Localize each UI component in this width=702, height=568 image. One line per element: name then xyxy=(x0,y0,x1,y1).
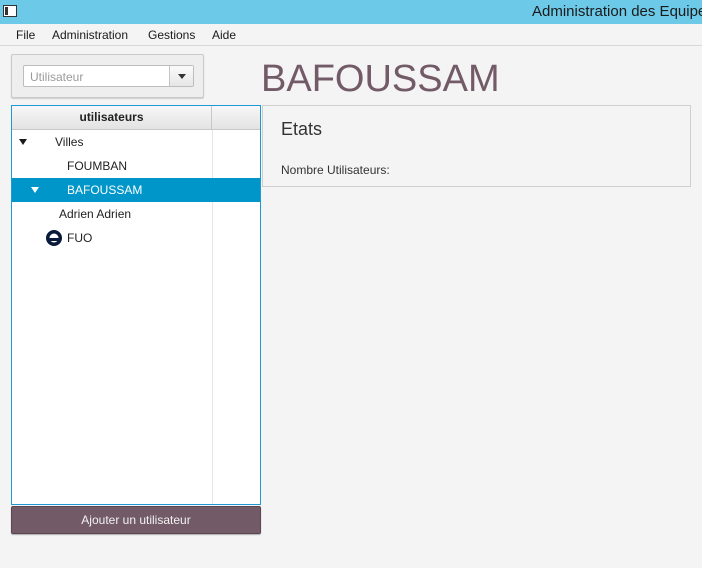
user-select[interactable]: Utilisateur xyxy=(23,65,194,87)
app-window-icon[interactable] xyxy=(3,5,17,17)
user-select-container: Utilisateur xyxy=(11,54,204,98)
menu-aide[interactable]: Aide xyxy=(212,28,236,42)
tree-row-label: BAFOUSSAM xyxy=(67,183,143,197)
page-title: BAFOUSSAM xyxy=(261,58,500,100)
column-header-utilisateurs[interactable]: utilisateurs xyxy=(12,106,212,129)
tree-header: utilisateurs xyxy=(12,106,260,130)
tree-row-fuo[interactable]: FUO xyxy=(12,226,260,250)
expand-arrow-icon[interactable] xyxy=(19,139,27,145)
tree-row-foumban[interactable]: FOUMBAN xyxy=(12,154,260,178)
user-select-placeholder: Utilisateur xyxy=(30,70,84,84)
menu-administration[interactable]: Administration xyxy=(52,28,128,42)
user-count-label: Nombre Utilisateurs: xyxy=(281,163,390,177)
tree-row-adrien[interactable]: Adrien Adrien xyxy=(12,202,260,226)
add-user-button[interactable]: Ajouter un utilisateur xyxy=(11,506,261,534)
tree-row-label: Adrien Adrien xyxy=(59,207,132,221)
stats-title: Etats xyxy=(281,119,323,139)
menu-gestions[interactable]: Gestions xyxy=(148,28,195,42)
tree-row-label: FOUMBAN xyxy=(67,159,127,173)
expand-arrow-icon[interactable] xyxy=(31,187,39,193)
tree-row-bafoussam[interactable]: BAFOUSSAM xyxy=(12,178,260,202)
tree-row-villes[interactable]: Villes xyxy=(12,130,260,154)
window-titlebar: Administration des Equipe xyxy=(0,0,702,24)
menu-bar: File Administration Gestions Aide xyxy=(0,24,702,46)
user-tree-table[interactable]: utilisateurs Villes FOUMBAN BAFOUSSAM Ad… xyxy=(11,105,261,505)
menu-file[interactable]: File xyxy=(16,28,35,42)
chevron-down-icon xyxy=(178,74,186,79)
tree-row-label: Villes xyxy=(55,135,84,149)
stats-panel: Etats Nombre Utilisateurs: xyxy=(262,105,691,187)
window-title: Administration des Equipe xyxy=(532,3,702,20)
user-select-arrow-button[interactable] xyxy=(169,66,193,86)
tree-row-label: FUO xyxy=(67,231,93,245)
round-bullet-icon xyxy=(46,230,62,246)
